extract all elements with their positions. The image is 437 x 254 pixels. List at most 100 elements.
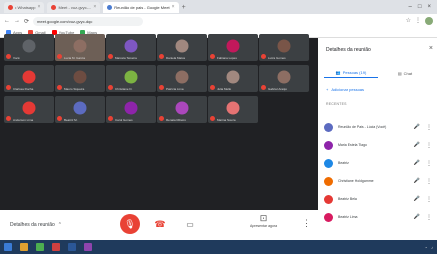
avatar bbox=[324, 212, 333, 222]
mic-muted-icon[interactable]: 🎤 bbox=[414, 124, 420, 130]
avatar bbox=[324, 158, 333, 168]
participant-avatar bbox=[124, 39, 138, 53]
browser-tab-1[interactable]: • Whatsapp × bbox=[4, 1, 45, 13]
participant-name: Maria Estela Tiago bbox=[338, 143, 367, 147]
new-tab-button[interactable]: + bbox=[182, 4, 186, 11]
close-icon[interactable]: × bbox=[38, 4, 41, 10]
participant-tile[interactable]: Beatriz M. bbox=[55, 96, 105, 123]
more-options-icon[interactable]: ⋮ bbox=[426, 214, 432, 221]
participant-avatar bbox=[73, 70, 87, 84]
mic-muted-icon[interactable]: 🎤 bbox=[414, 178, 420, 184]
participant-tile[interactable]: Renata Ribeiro bbox=[157, 96, 207, 123]
avatar bbox=[324, 194, 333, 204]
profile-avatar[interactable] bbox=[425, 17, 433, 25]
camera-toggle-button[interactable]: ▭ bbox=[180, 214, 200, 234]
participant-tile[interactable]: Daniela Matos bbox=[157, 34, 207, 61]
participant-tile[interactable]: Você bbox=[4, 34, 54, 61]
close-window-icon[interactable]: × bbox=[427, 4, 431, 10]
browser-tab-2[interactable]: Meet - vuz-gvyc-... × bbox=[47, 1, 101, 13]
participant-tile[interactable]: Patrícia Lima bbox=[157, 65, 207, 92]
participant-avatar bbox=[124, 101, 138, 115]
participant-name: Daniela Matos bbox=[166, 56, 186, 60]
app-icon[interactable] bbox=[52, 243, 60, 251]
participant-tile[interactable]: Julia Mello bbox=[208, 65, 258, 92]
participant-tile[interactable]: Fabiana Lopes bbox=[208, 34, 258, 61]
meeting-details-button[interactable]: Detalhes da reunião ⌃ bbox=[10, 222, 62, 228]
mic-off-icon: 🎙 bbox=[124, 218, 136, 229]
participant-name: Anderson Lima bbox=[13, 118, 34, 122]
start-icon[interactable] bbox=[4, 243, 12, 251]
forward-icon[interactable]: → bbox=[14, 18, 20, 24]
mic-muted-icon bbox=[210, 85, 215, 90]
end-call-button[interactable]: ☎ bbox=[150, 214, 170, 234]
participant-tile[interactable]: Clarissa Rocha bbox=[4, 65, 54, 92]
participant-tile[interactable]: Mauro Siqueira bbox=[55, 65, 105, 92]
mic-toggle-button[interactable]: 🎙 bbox=[120, 214, 140, 234]
participant-name: Mauro Siqueira bbox=[64, 87, 85, 91]
panel-title: Detalhes da reunião bbox=[326, 47, 371, 53]
mic-muted-icon[interactable]: 🎤 bbox=[414, 142, 420, 148]
extensions-icon[interactable]: ⋮ bbox=[415, 17, 421, 25]
people-icon: 👥 bbox=[335, 70, 341, 75]
participant-row[interactable]: Beatriz Lima 🎤 ⋮ bbox=[324, 208, 434, 226]
participant-avatar bbox=[124, 70, 138, 84]
app-icon[interactable] bbox=[84, 243, 92, 251]
participant-avatar bbox=[226, 39, 240, 53]
mic-muted-icon bbox=[57, 54, 62, 59]
close-icon[interactable]: × bbox=[429, 45, 433, 52]
mic-muted-icon[interactable]: 🎤 bbox=[414, 196, 420, 202]
close-icon[interactable]: × bbox=[172, 4, 175, 10]
participant-row[interactable]: Maria Estela Tiago 🎤 ⋮ bbox=[324, 136, 434, 154]
more-options-icon[interactable]: ⋮ bbox=[426, 160, 432, 167]
close-icon[interactable]: × bbox=[93, 4, 96, 10]
participant-row[interactable]: Beatriz 🎤 ⋮ bbox=[324, 154, 434, 172]
participant-name: Beatriz Bela bbox=[338, 197, 357, 201]
chat-icon: ▤ bbox=[397, 70, 402, 76]
participant-name: Lucia M. Garcia bbox=[64, 56, 86, 60]
add-people-button[interactable]: + Adicionar pessoas bbox=[326, 87, 364, 92]
explorer-icon[interactable] bbox=[20, 243, 28, 251]
participant-row[interactable]: Beatriz Bela 🎤 ⋮ bbox=[324, 190, 434, 208]
tab-label: Meet - vuz-gvyc-... bbox=[58, 4, 92, 10]
participant-row[interactable]: Christiane Holdgamme 🎤 ⋮ bbox=[324, 172, 434, 190]
star-icon[interactable]: ☆ bbox=[406, 17, 411, 25]
participant-tile[interactable]: Gabriel Araújo bbox=[259, 65, 309, 92]
url-field[interactable]: meet.google.com/vuz-gvyc-dqc bbox=[33, 16, 144, 26]
mic-muted-icon bbox=[6, 85, 11, 90]
participant-tile[interactable]: Christiane D. bbox=[106, 65, 156, 92]
tab-people[interactable]: 👥 Pessoas (19) bbox=[324, 68, 378, 78]
participant-tile[interactable]: Lucia M. Garcia bbox=[55, 34, 105, 61]
mic-muted-icon[interactable]: 🎤 bbox=[414, 214, 420, 220]
mic-muted-icon bbox=[159, 116, 164, 121]
more-options-icon[interactable]: ⋮ bbox=[426, 124, 432, 131]
mic-muted-icon bbox=[210, 116, 215, 121]
more-options-icon[interactable]: ⋮ bbox=[426, 142, 432, 149]
mic-muted-icon[interactable]: 🎤 bbox=[414, 160, 420, 166]
chrome-icon[interactable] bbox=[36, 243, 44, 251]
participant-tile[interactable]: Anderson Lima bbox=[4, 96, 54, 123]
maximize-icon[interactable]: □ bbox=[418, 4, 422, 10]
network-icon[interactable]: ◔ bbox=[425, 245, 427, 250]
meet-icon bbox=[51, 4, 57, 10]
more-options-icon[interactable]: ⋮ bbox=[426, 196, 432, 203]
participant-tile[interactable]: Marina Souza bbox=[208, 96, 258, 123]
participant-name: Clarissa Rocha bbox=[13, 87, 34, 91]
minimize-icon[interactable]: – bbox=[409, 4, 412, 10]
participant-row[interactable]: Reunião de Pais - Lúcia (Você) 🎤 ⋮ bbox=[324, 118, 434, 136]
more-options-icon[interactable]: ⋮ bbox=[302, 218, 311, 229]
tab-chat[interactable]: ▤ Chat bbox=[378, 68, 432, 78]
browser-tab-active[interactable]: Reunião de pais - Google Meet × bbox=[103, 1, 179, 13]
volume-icon[interactable]: ♪ bbox=[431, 245, 433, 250]
participant-tile[interactable]: Luiza Gomes bbox=[259, 34, 309, 61]
mic-muted-icon bbox=[6, 54, 11, 59]
word-icon[interactable] bbox=[68, 243, 76, 251]
mic-muted-icon bbox=[6, 116, 11, 121]
participant-tile[interactable]: Carol Gomes bbox=[106, 96, 156, 123]
meeting-controls-bar: Detalhes da reunião ⌃ 🎙 ☎ ▭ ⊡ Apresentar… bbox=[0, 210, 318, 240]
present-now-button[interactable]: ⊡ Apresentar agora bbox=[250, 213, 277, 228]
more-options-icon[interactable]: ⋮ bbox=[426, 178, 432, 185]
participant-tile[interactable]: Marcela Teixeira bbox=[106, 34, 156, 61]
reload-icon[interactable]: ⟳ bbox=[24, 18, 29, 25]
participant-name: Marina Souza bbox=[217, 118, 236, 122]
back-icon[interactable]: ← bbox=[4, 18, 10, 24]
